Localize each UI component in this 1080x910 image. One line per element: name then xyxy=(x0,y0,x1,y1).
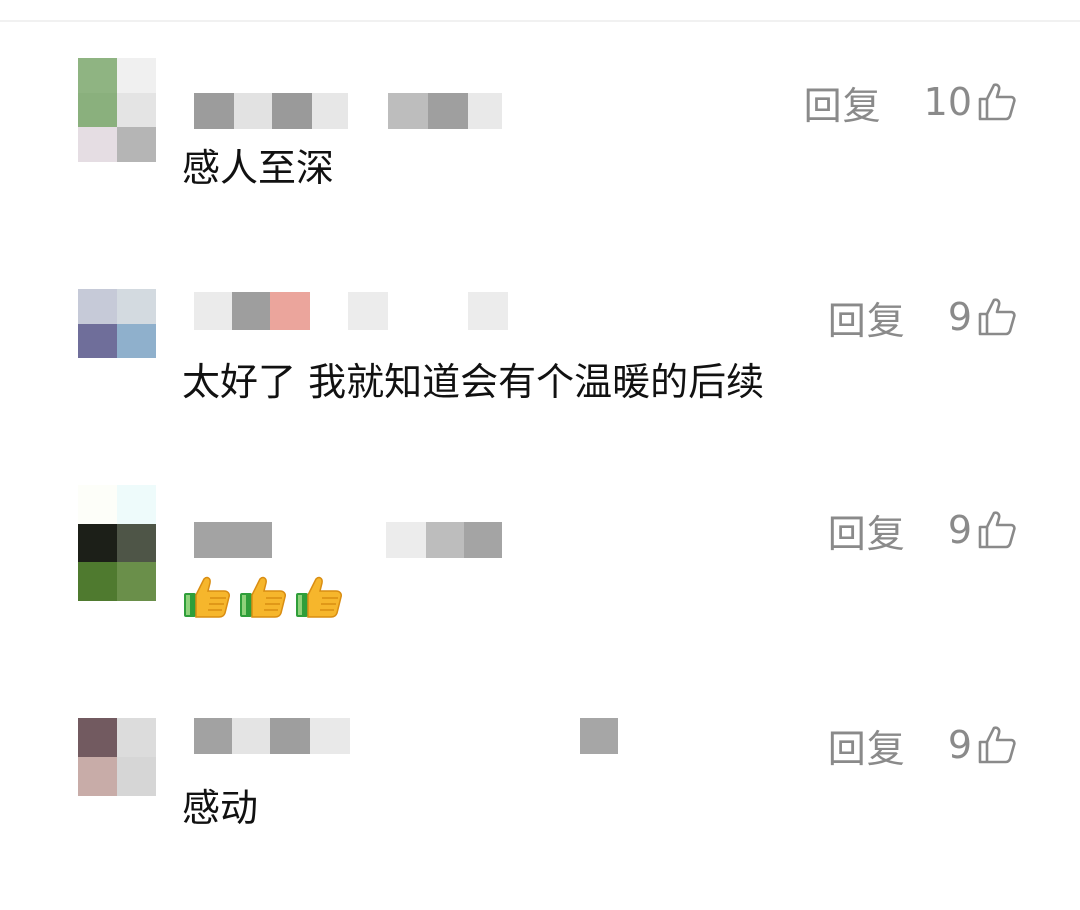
username-redacted[interactable] xyxy=(194,718,618,754)
thumbs-up-emoji xyxy=(184,576,230,618)
thumbs-up-icon[interactable] xyxy=(976,724,1018,766)
avatar[interactable] xyxy=(78,289,156,393)
comment-meta: 回复 9 xyxy=(828,290,1018,345)
top-divider xyxy=(0,20,1080,22)
reply-button[interactable]: 回复 xyxy=(828,503,906,558)
thumbs-up-emoji xyxy=(240,576,286,618)
thumbs-up-icon[interactable] xyxy=(976,81,1018,123)
comment-emojis xyxy=(182,571,344,621)
comment-item: 回复 10 感人至深 xyxy=(0,55,1080,265)
avatar[interactable] xyxy=(78,58,156,162)
comment-item: 回复 9 xyxy=(0,485,1080,695)
comment-meta: 回复 9 xyxy=(828,718,1018,773)
comment-meta: 回复 10 xyxy=(804,75,1018,130)
username-redacted[interactable] xyxy=(194,93,502,129)
reply-button[interactable]: 回复 xyxy=(828,290,906,345)
thumbs-up-emoji xyxy=(296,576,342,618)
thumbs-up-icon[interactable] xyxy=(976,296,1018,338)
comment-text: 太好了 我就知道会有个温暖的后续 xyxy=(182,360,765,404)
comment-item: 回复 9 太好了 我就知道会有个温暖的后续 xyxy=(0,270,1080,480)
like-count: 9 xyxy=(947,508,972,552)
comment-text: 感动 xyxy=(182,786,259,830)
avatar[interactable] xyxy=(78,485,156,601)
comment-text: 感人至深 xyxy=(182,146,335,190)
like-count: 9 xyxy=(947,295,972,339)
like-count: 10 xyxy=(923,80,972,124)
like-count: 9 xyxy=(947,723,972,767)
thumbs-up-icon[interactable] xyxy=(976,509,1018,551)
comment-meta: 回复 9 xyxy=(828,503,1018,558)
comment-item: 回复 9 感动 xyxy=(0,700,1080,910)
reply-button[interactable]: 回复 xyxy=(804,75,882,130)
username-redacted[interactable] xyxy=(194,292,508,330)
avatar[interactable] xyxy=(78,718,156,796)
reply-button[interactable]: 回复 xyxy=(828,718,906,773)
username-redacted[interactable] xyxy=(194,522,502,558)
